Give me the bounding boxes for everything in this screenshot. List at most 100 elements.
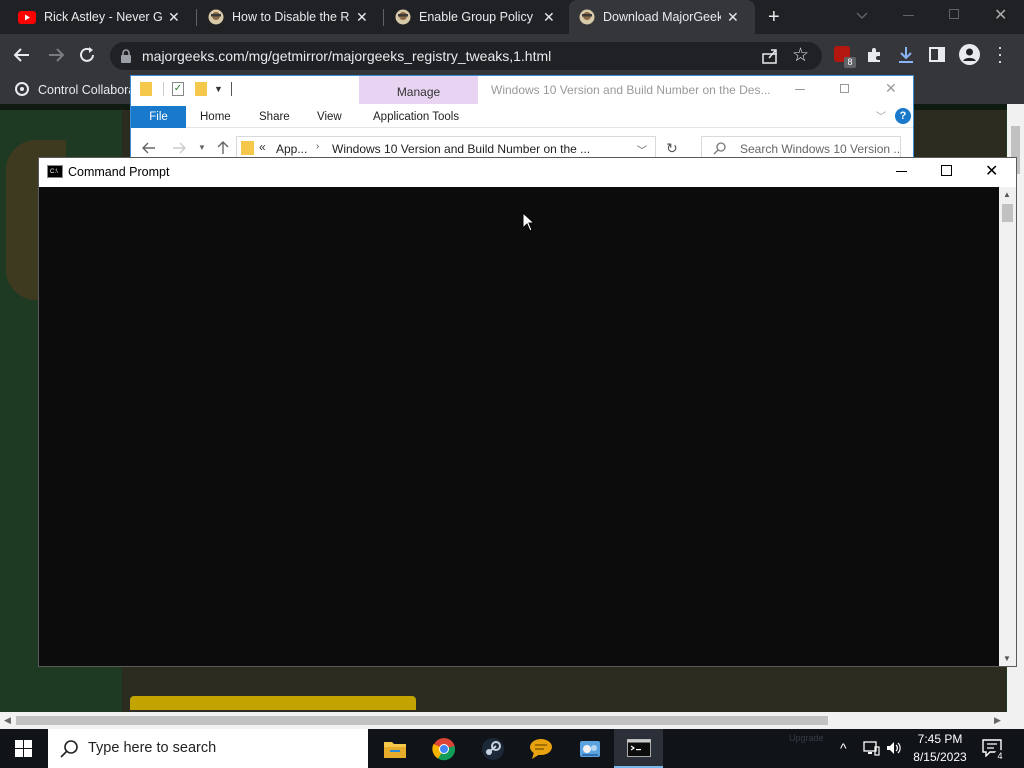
cmd-title-bar[interactable]	[39, 158, 1016, 187]
breadcrumb-item[interactable]: App...	[276, 142, 307, 156]
close-icon[interactable]: ✕	[356, 9, 368, 26]
network-icon[interactable]	[862, 740, 880, 756]
page-download-button-edge[interactable]	[130, 696, 416, 710]
address-history-icon[interactable]: ﹀	[637, 142, 647, 157]
quick-access-dropdown-icon[interactable]: ▼	[214, 84, 223, 94]
browser-tab-download-majorgeeks[interactable]: Download MajorGeeks Registry Tweaks ✕	[569, 0, 755, 34]
majorgeeks-icon	[579, 9, 595, 25]
forward-icon[interactable]	[171, 140, 187, 156]
explorer-search-placeholder: Search Windows 10 Version ...	[740, 142, 900, 156]
reload-icon[interactable]	[77, 45, 97, 65]
taskbar-clock-time[interactable]: 7:45 PM	[905, 732, 975, 746]
tab-search-icon[interactable]	[855, 8, 869, 22]
maximize-icon[interactable]	[840, 84, 849, 93]
ribbon-tab-home[interactable]: Home	[200, 111, 231, 123]
ribbon-tab-application-tools[interactable]: Application Tools	[373, 111, 459, 123]
bookmark-star-icon[interactable]: ☆	[792, 44, 809, 67]
new-tab-button[interactable]: +	[768, 6, 786, 28]
breadcrumb-overflow[interactable]: «	[259, 140, 266, 154]
back-icon[interactable]	[12, 45, 32, 65]
taskbar-search-placeholder: Type here to search	[88, 740, 217, 756]
search-icon	[59, 739, 79, 759]
profile-avatar-icon[interactable]	[959, 44, 980, 65]
properties-icon[interactable]: ✓	[172, 82, 184, 96]
scroll-right-icon[interactable]: ▶	[994, 715, 1001, 726]
side-panel-icon[interactable]	[929, 47, 945, 62]
watermark-text: Upgrade	[789, 733, 824, 743]
close-icon[interactable]: ✕	[543, 9, 555, 26]
breadcrumb-separator-icon[interactable]: ›	[316, 141, 319, 152]
share-icon[interactable]	[761, 47, 779, 65]
search-icon	[713, 141, 727, 155]
scroll-down-icon[interactable]: ▼	[1003, 654, 1011, 663]
minimize-icon[interactable]	[903, 15, 914, 16]
close-icon[interactable]: ✕	[168, 9, 180, 26]
steam-icon[interactable]	[468, 729, 517, 768]
youtube-icon	[18, 10, 36, 24]
chat-icon[interactable]	[516, 729, 565, 768]
close-icon[interactable]: ✕	[985, 161, 998, 181]
cmd-window-icon: C:\	[47, 165, 63, 178]
extensions-icon[interactable]	[865, 46, 883, 64]
close-icon[interactable]: ✕	[885, 80, 897, 97]
up-icon[interactable]	[215, 140, 231, 156]
url-text[interactable]: majorgeeks.com/mg/getmirror/majorgeeks_r…	[142, 48, 551, 64]
minimize-icon[interactable]	[795, 89, 805, 90]
show-hidden-icons-icon[interactable]: ^	[840, 740, 847, 756]
help-icon[interactable]: ?	[895, 108, 911, 124]
download-icon[interactable]	[897, 45, 915, 65]
maximize-icon[interactable]	[941, 165, 952, 176]
collaboration-icon	[14, 81, 30, 97]
scroll-thumb[interactable]	[16, 716, 828, 725]
folder-icon	[241, 141, 254, 155]
page-horizontal-scrollbar[interactable]: ◀ ▶	[0, 712, 1024, 729]
lock-icon[interactable]	[120, 49, 132, 63]
close-icon[interactable]: ✕	[727, 9, 739, 26]
tab-separator	[383, 9, 384, 26]
volume-icon[interactable]	[885, 740, 903, 756]
ribbon-tab-row	[131, 104, 913, 128]
tab-title: How to Disable the Registry Editor	[232, 10, 350, 24]
tab-title: Download MajorGeeks Registry Tweaks	[603, 10, 721, 24]
windows-start-icon[interactable]	[15, 740, 32, 757]
tab-separator	[196, 9, 197, 26]
divider	[163, 82, 164, 96]
tab-title: Rick Astley - Never Gonna Give You Up	[44, 10, 162, 24]
cmd-scroll-thumb[interactable]	[1002, 204, 1013, 222]
browser-tab-youtube[interactable]: Rick Astley - Never Gonna Give You Up ✕	[8, 0, 194, 34]
file-explorer-icon[interactable]	[370, 729, 419, 768]
forward-icon[interactable]	[46, 45, 66, 65]
menu-kebab-icon[interactable]: · · ·	[997, 38, 1003, 70]
ribbon-tab-file[interactable]: File	[131, 106, 186, 128]
restore-icon[interactable]	[949, 9, 959, 19]
manage-context-label[interactable]: Manage	[359, 85, 478, 99]
scroll-left-icon[interactable]: ◀	[4, 715, 11, 726]
mouse-cursor-icon	[522, 212, 535, 232]
back-icon[interactable]	[141, 140, 157, 156]
breadcrumb-item[interactable]: Windows 10 Version and Build Number on t…	[332, 142, 592, 156]
taskbar-clock-date[interactable]: 8/15/2023	[905, 750, 975, 764]
new-folder-icon[interactable]	[195, 82, 207, 96]
scroll-up-icon[interactable]: ▲	[1003, 190, 1011, 199]
bookmark-item[interactable]: Control Collaborat	[38, 83, 139, 97]
recent-locations-icon[interactable]: ▼	[198, 143, 206, 152]
minimize-icon[interactable]	[896, 171, 907, 172]
control-panel-icon[interactable]	[565, 729, 614, 768]
cmd-vertical-scrollbar[interactable]	[999, 187, 1016, 666]
close-window-icon[interactable]: ✕	[994, 5, 1007, 25]
chrome-icon[interactable]	[419, 729, 468, 768]
ribbon-tab-view[interactable]: View	[317, 111, 342, 123]
majorgeeks-icon	[395, 9, 411, 25]
notification-count-badge: 4	[994, 750, 1006, 762]
command-prompt-icon[interactable]	[614, 729, 663, 768]
cmd-window-title: Command Prompt	[68, 165, 170, 179]
browser-tab-group-policy[interactable]: Enable Group Policy Editor ✕	[385, 0, 569, 34]
folder-icon	[140, 82, 152, 96]
browser-tab-disable-registry[interactable]: How to Disable the Registry Editor ✕	[198, 0, 382, 34]
explorer-window-title: Windows 10 Version and Build Number on t…	[491, 83, 771, 97]
cmd-console-output[interactable]	[39, 187, 999, 666]
majorgeeks-icon	[208, 9, 224, 25]
refresh-icon[interactable]: ↻	[666, 140, 678, 157]
ribbon-tab-share[interactable]: Share	[259, 111, 290, 123]
ribbon-expand-icon[interactable]: ﹀	[876, 108, 886, 123]
